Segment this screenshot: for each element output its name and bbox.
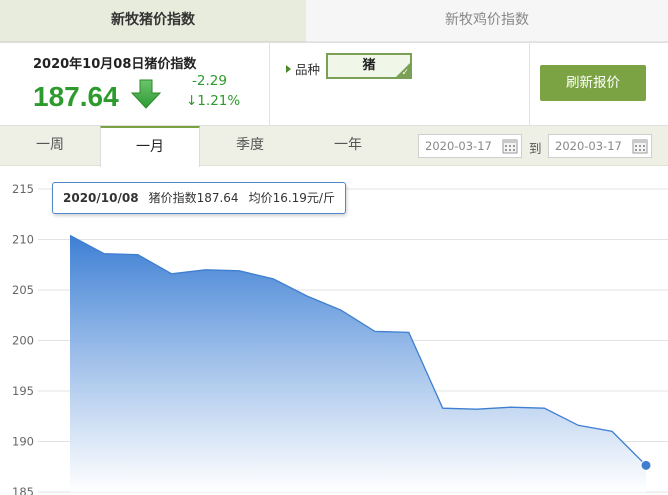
period-bar: 一周 一月 季度 一年 2020-03-17 到 2020-03-17	[0, 126, 668, 167]
triangle-right-icon	[286, 65, 291, 73]
end-date-input[interactable]: 2020-03-17	[548, 134, 652, 158]
index-title: 2020年10月08日猪价指数	[33, 57, 197, 72]
variety-selector: 品种 猪 ✓	[270, 43, 530, 127]
tooltip-date: 2020/10/08	[63, 191, 139, 205]
tab-chicken-index[interactable]: 新牧鸡价指数	[306, 0, 668, 42]
index-change: -2.29	[192, 73, 227, 89]
y-tick-label: 215	[12, 182, 34, 196]
chart-tooltip: 2020/10/08 猪价指数187.64 均价16.19元/斤	[52, 182, 346, 214]
refresh-price-button[interactable]: 刷新报价	[540, 65, 646, 101]
end-date-value: 2020-03-17	[555, 139, 622, 153]
tooltip-index: 猪价指数187.64	[148, 191, 239, 205]
highlighted-data-point[interactable]	[640, 459, 652, 471]
check-icon: ✓	[401, 68, 409, 78]
y-tick-label: 190	[12, 435, 34, 449]
price-index-chart: 215 210 205 200 195 190 185	[12, 182, 668, 495]
tab-year[interactable]: 一年	[298, 126, 398, 166]
tooltip-price: 均价16.19元/斤	[248, 191, 335, 205]
y-tick-label: 185	[12, 485, 34, 495]
tab-week[interactable]: 一周	[0, 126, 100, 166]
tab-pig-index[interactable]: 新牧猪价指数	[0, 0, 306, 42]
start-date-value: 2020-03-17	[425, 139, 492, 153]
y-tick-label: 195	[12, 384, 34, 398]
calendar-icon[interactable]	[502, 138, 518, 154]
y-tick-label: 210	[12, 233, 34, 247]
y-axis-ticks: 215 210 205 200 195 190 185	[12, 182, 34, 495]
down-arrow-icon	[130, 79, 162, 109]
tab-month[interactable]: 一月	[100, 126, 200, 167]
variety-option-label: 猪	[362, 58, 376, 73]
variety-label: 品种	[295, 62, 321, 77]
date-range-separator: 到	[529, 141, 542, 156]
area-fill	[70, 235, 646, 492]
index-value: 187.64	[33, 81, 119, 112]
index-change-percent: ↓1.21%	[186, 93, 241, 109]
y-tick-label: 200	[12, 334, 34, 348]
calendar-icon[interactable]	[632, 138, 648, 154]
index-summary: 2020年10月08日猪价指数 187.64 -2.29 ↓1.21%	[0, 43, 270, 127]
index-info-panel: 2020年10月08日猪价指数 187.64 -2.29 ↓1.21% 品种 猪…	[0, 42, 668, 127]
start-date-input[interactable]: 2020-03-17	[418, 134, 522, 158]
y-tick-label: 205	[12, 283, 34, 297]
variety-option-pig[interactable]: 猪 ✓	[326, 53, 412, 79]
tab-quarter[interactable]: 季度	[200, 126, 300, 166]
index-type-tabs: 新牧猪价指数 新牧鸡价指数	[0, 0, 668, 42]
